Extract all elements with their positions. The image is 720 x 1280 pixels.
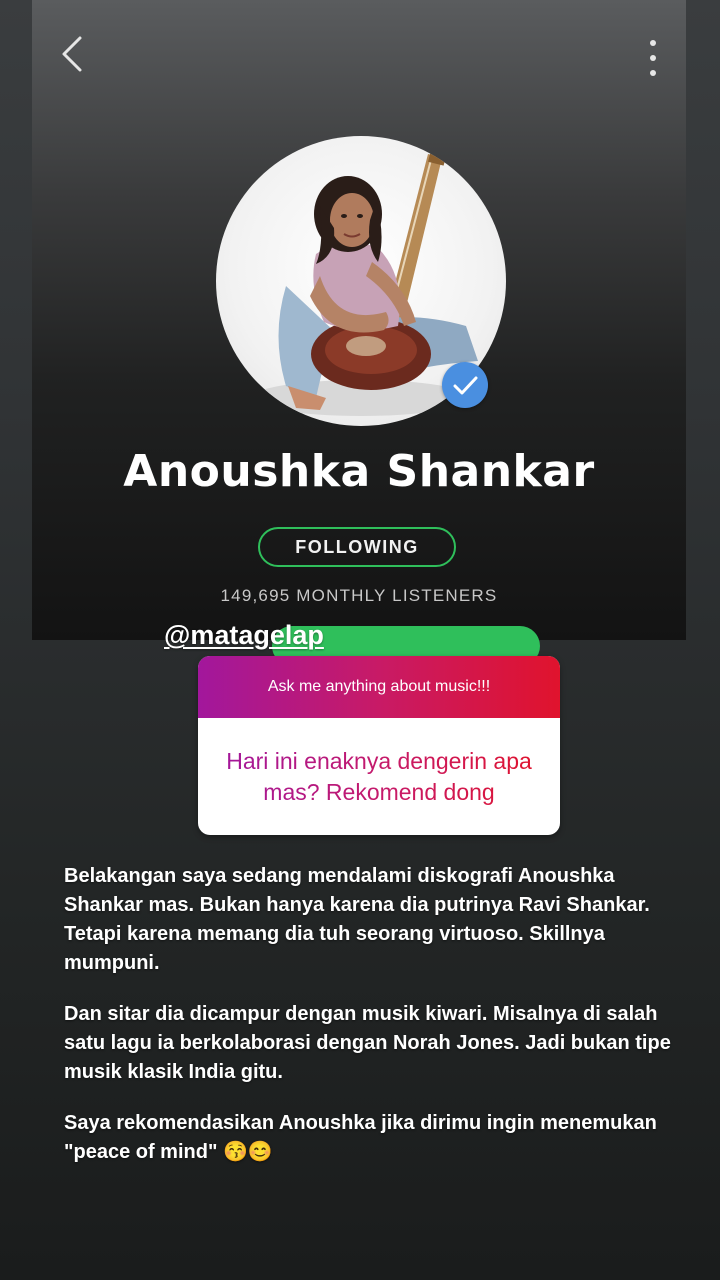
verified-badge <box>442 362 488 408</box>
following-button[interactable]: FOLLOWING <box>258 527 456 567</box>
caption-paragraph: Saya rekomendasikan Anoushka jika dirimu… <box>64 1112 657 1163</box>
story-caption: Belakangan saya sedang mendalami diskogr… <box>64 862 694 1189</box>
question-prompt: Ask me anything about music!!! <box>198 656 560 718</box>
monthly-listeners: 149,695 MONTHLY LISTENERS <box>220 586 498 605</box>
caption-paragraph: Belakangan saya sedang mendalami diskogr… <box>64 865 650 974</box>
artist-name: Anoushka Shankar <box>123 446 595 497</box>
more-options-icon[interactable] <box>640 36 666 80</box>
caption-paragraph: Dan sitar dia dicampur dengan musik kiwa… <box>64 1003 671 1083</box>
question-answer: Hari ini enaknya dengerin apa mas? Rekom… <box>218 746 540 808</box>
user-mention[interactable]: @matagelap <box>164 620 324 651</box>
back-chevron-icon[interactable] <box>58 34 94 74</box>
artist-avatar <box>216 136 506 426</box>
question-answer-box: Hari ini enaknya dengerin apa mas? Rekom… <box>198 718 560 835</box>
question-sticker: Ask me anything about music!!! Hari ini … <box>198 656 560 835</box>
check-icon <box>453 376 478 395</box>
